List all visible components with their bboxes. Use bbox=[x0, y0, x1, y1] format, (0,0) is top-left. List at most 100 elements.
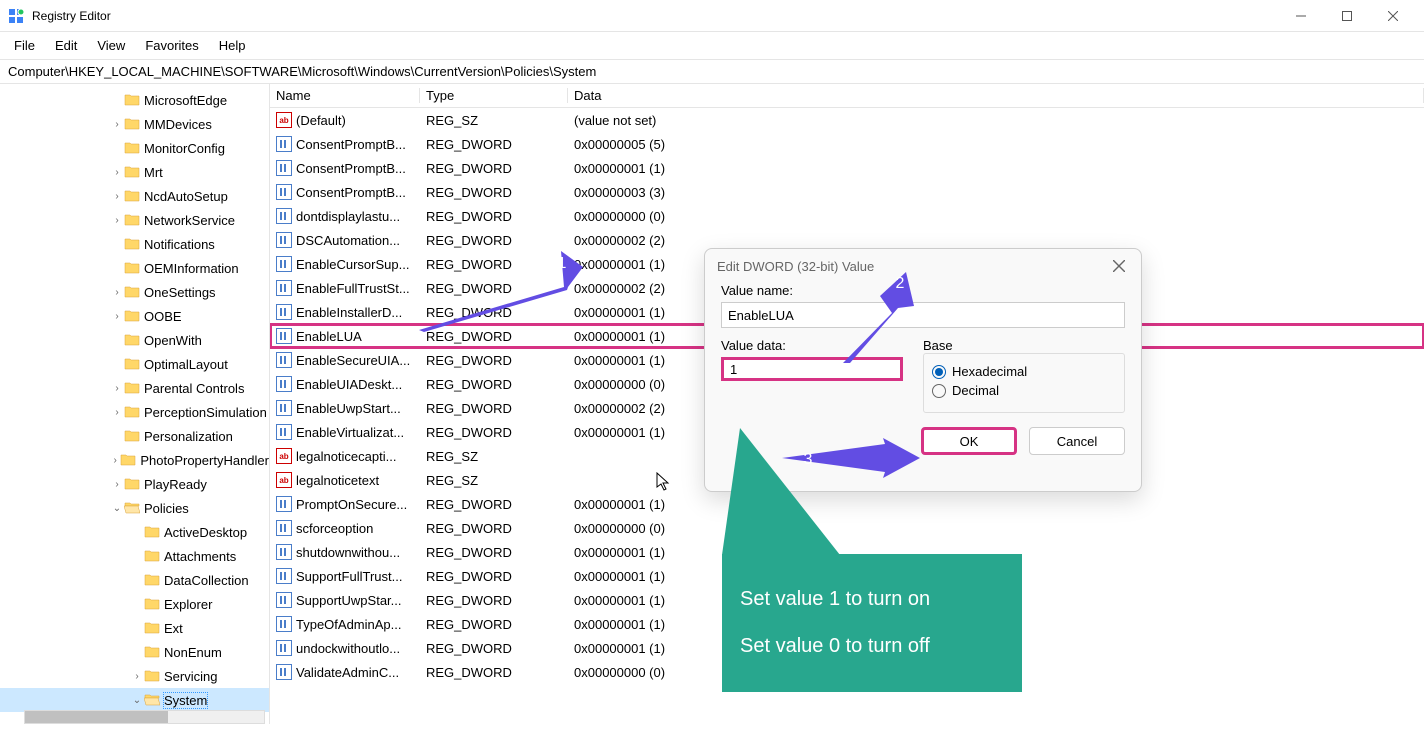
value-name: legalnoticecapti... bbox=[296, 449, 396, 464]
scrollbar-thumb[interactable] bbox=[25, 711, 168, 723]
radio-hexadecimal[interactable]: Hexadecimal bbox=[932, 364, 1116, 379]
tree-item[interactable]: › OOBE bbox=[0, 304, 269, 328]
tree-item[interactable]: ›MMDevices bbox=[0, 112, 269, 136]
menu-edit[interactable]: Edit bbox=[45, 34, 87, 57]
chevron-right-icon[interactable]: › bbox=[110, 167, 124, 178]
registry-tree[interactable]: MicrosoftEdge ›MMDevicesMonitorConfig›Mrt… bbox=[0, 84, 270, 724]
menu-favorites[interactable]: Favorites bbox=[135, 34, 208, 57]
folder-icon bbox=[120, 452, 136, 468]
tree-item[interactable]: ⌄System bbox=[0, 688, 269, 712]
folder-icon bbox=[124, 476, 140, 492]
menu-help[interactable]: Help bbox=[209, 34, 256, 57]
menu-view[interactable]: View bbox=[87, 34, 135, 57]
value-type: REG_DWORD bbox=[420, 353, 568, 368]
minimize-button[interactable] bbox=[1278, 0, 1324, 32]
chevron-right-icon[interactable]: › bbox=[110, 119, 124, 130]
tree-item[interactable]: ›OneSettings bbox=[0, 280, 269, 304]
close-button[interactable] bbox=[1370, 0, 1416, 32]
value-name: EnableFullTrustSt... bbox=[296, 281, 410, 296]
tree-item[interactable]: ›PlayReady bbox=[0, 472, 269, 496]
dialog-title-bar: Edit DWORD (32-bit) Value bbox=[705, 249, 1141, 283]
tree-item[interactable]: OpenWith bbox=[0, 328, 269, 352]
tree-item-label: OEMInformation bbox=[144, 261, 239, 276]
tree-item-label: OOBE bbox=[144, 309, 182, 324]
hint-line-1: Set value 1 to turn on bbox=[740, 588, 1004, 611]
cancel-button[interactable]: Cancel bbox=[1029, 427, 1125, 455]
tree-item[interactable]: Attachments bbox=[0, 544, 269, 568]
address-bar[interactable]: Computer\HKEY_LOCAL_MACHINE\SOFTWARE\Mic… bbox=[0, 60, 1424, 84]
tree-item[interactable]: › NetworkService bbox=[0, 208, 269, 232]
chevron-down-icon[interactable]: ⌄ bbox=[130, 695, 144, 706]
tree-item-label: MicrosoftEdge bbox=[144, 93, 227, 108]
ok-button[interactable]: OK bbox=[921, 427, 1017, 455]
callout-number-1: 1 bbox=[548, 250, 576, 278]
list-row[interactable]: ConsentPromptB...REG_DWORD0x00000005 (5) bbox=[270, 132, 1424, 156]
folder-icon bbox=[124, 164, 140, 180]
tree-item[interactable]: OptimalLayout bbox=[0, 352, 269, 376]
folder-icon bbox=[144, 596, 160, 612]
list-row[interactable]: ab(Default)REG_SZ(value not set) bbox=[270, 108, 1424, 132]
tree-item[interactable]: ›Parental Controls bbox=[0, 376, 269, 400]
value-name: ValidateAdminC... bbox=[296, 665, 399, 680]
column-name[interactable]: Name bbox=[270, 88, 420, 103]
tree-item[interactable]: › Servicing bbox=[0, 664, 269, 688]
value-name: EnableInstallerD... bbox=[296, 305, 402, 320]
tree-item-label: NetworkService bbox=[144, 213, 235, 228]
chevron-right-icon[interactable]: › bbox=[110, 479, 124, 490]
tree-item[interactable]: Explorer bbox=[0, 592, 269, 616]
window-controls bbox=[1278, 0, 1416, 32]
chevron-right-icon[interactable]: › bbox=[110, 455, 120, 466]
tree-item[interactable]: ›Mrt bbox=[0, 160, 269, 184]
column-type[interactable]: Type bbox=[420, 88, 568, 103]
reg-dword-icon bbox=[276, 568, 292, 584]
tree-item[interactable]: ›NcdAutoSetup bbox=[0, 184, 269, 208]
list-row[interactable]: ConsentPromptB...REG_DWORD0x00000001 (1) bbox=[270, 156, 1424, 180]
value-data-input[interactable] bbox=[721, 357, 903, 381]
folder-icon bbox=[124, 404, 140, 420]
list-row[interactable]: scforceoptionREG_DWORD0x00000000 (0) bbox=[270, 516, 1424, 540]
list-row[interactable]: PromptOnSecure...REG_DWORD0x00000001 (1) bbox=[270, 492, 1424, 516]
folder-icon bbox=[144, 620, 160, 636]
reg-dword-icon bbox=[276, 208, 292, 224]
value-name-field[interactable]: EnableLUA bbox=[721, 302, 1125, 328]
tree-item[interactable]: ActiveDesktop bbox=[0, 520, 269, 544]
tree-item[interactable]: OEMInformation bbox=[0, 256, 269, 280]
chevron-right-icon[interactable]: › bbox=[110, 311, 124, 322]
radio-decimal[interactable]: Decimal bbox=[932, 383, 1116, 398]
maximize-button[interactable] bbox=[1324, 0, 1370, 32]
tree-item-label: Attachments bbox=[164, 549, 236, 564]
value-type: REG_DWORD bbox=[420, 593, 568, 608]
dialog-close-icon[interactable] bbox=[1109, 256, 1129, 276]
tree-item[interactable]: DataCollection bbox=[0, 568, 269, 592]
tree-item[interactable]: Personalization bbox=[0, 424, 269, 448]
value-data: 0x00000001 (1) bbox=[568, 497, 1424, 512]
chevron-right-icon[interactable]: › bbox=[110, 215, 124, 226]
tree-item[interactable]: MicrosoftEdge bbox=[0, 88, 269, 112]
chevron-right-icon[interactable]: › bbox=[110, 287, 124, 298]
list-row[interactable]: ConsentPromptB...REG_DWORD0x00000003 (3) bbox=[270, 180, 1424, 204]
list-header[interactable]: Name Type Data bbox=[270, 84, 1424, 108]
address-text: Computer\HKEY_LOCAL_MACHINE\SOFTWARE\Mic… bbox=[8, 64, 596, 79]
tree-item-label: Servicing bbox=[164, 669, 217, 684]
value-name: shutdownwithou... bbox=[296, 545, 400, 560]
tree-item[interactable]: MonitorConfig bbox=[0, 136, 269, 160]
chevron-right-icon[interactable]: › bbox=[110, 383, 124, 394]
tree-horizontal-scrollbar[interactable] bbox=[24, 710, 265, 724]
tree-item[interactable]: NonEnum bbox=[0, 640, 269, 664]
list-row[interactable]: dontdisplaylastu...REG_DWORD0x00000000 (… bbox=[270, 204, 1424, 228]
tree-item[interactable]: Notifications bbox=[0, 232, 269, 256]
folder-icon bbox=[124, 380, 140, 396]
base-group-box: Hexadecimal Decimal bbox=[923, 353, 1125, 413]
menu-file[interactable]: File bbox=[4, 34, 45, 57]
column-data[interactable]: Data bbox=[568, 88, 1424, 103]
chevron-right-icon[interactable]: › bbox=[110, 407, 124, 418]
tree-item[interactable]: ⌄Policies bbox=[0, 496, 269, 520]
tree-item[interactable]: ›PhotoPropertyHandler bbox=[0, 448, 269, 472]
tree-item[interactable]: Ext bbox=[0, 616, 269, 640]
chevron-right-icon[interactable]: › bbox=[110, 191, 124, 202]
chevron-down-icon[interactable]: ⌄ bbox=[110, 503, 124, 514]
folder-icon bbox=[144, 644, 160, 660]
tree-item[interactable]: ›PerceptionSimulation bbox=[0, 400, 269, 424]
chevron-right-icon[interactable]: › bbox=[130, 671, 144, 682]
tree-item-label: Personalization bbox=[144, 429, 233, 444]
